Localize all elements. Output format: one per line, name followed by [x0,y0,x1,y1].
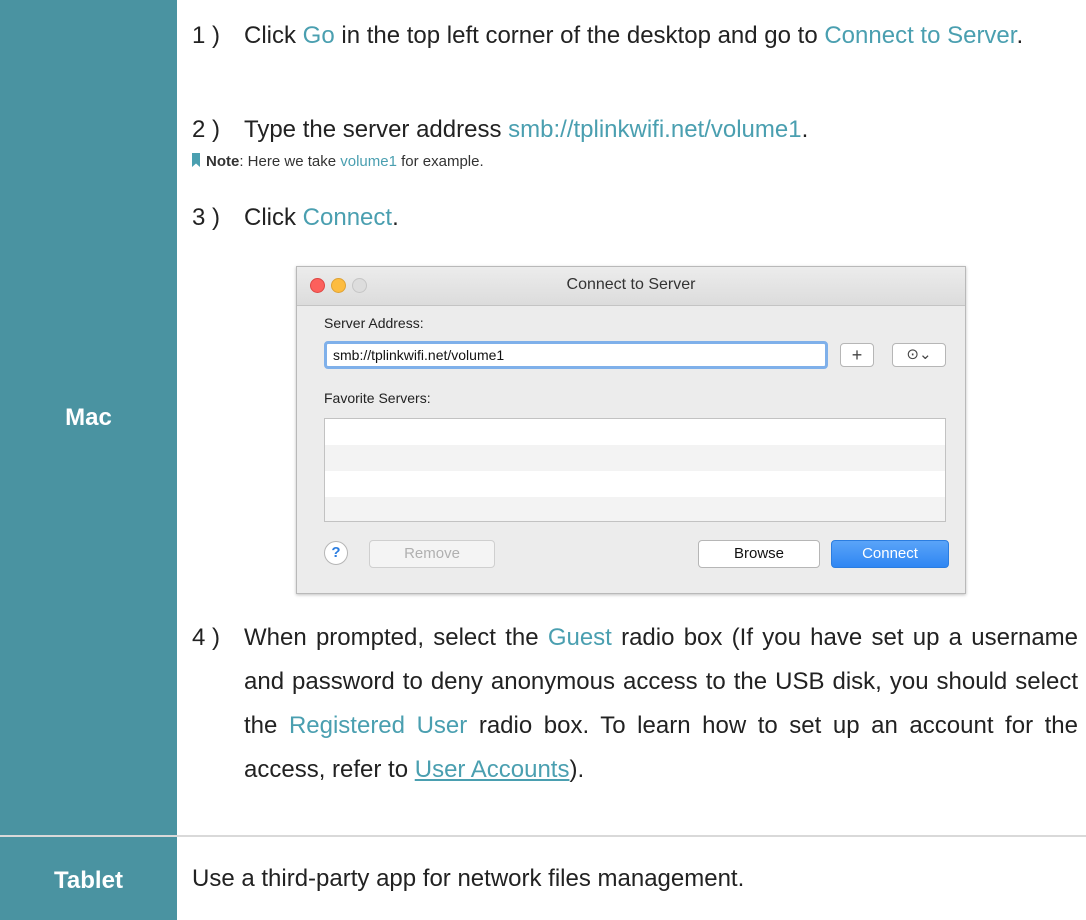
step-1: 1 ) Click Go in the top left corner of t… [192,14,1078,102]
step-text-part: Click [244,22,303,49]
row-label-mac: Mac [65,404,112,431]
step-text-part: . [801,116,809,143]
favorite-servers-list[interactable] [324,418,946,522]
help-button[interactable]: ? [324,541,348,565]
step-text: When prompted, select the Guest radio bo… [244,616,1078,792]
os-instructions-table: Mac Tablet 1 ) Click Go in the top left … [0,0,1086,920]
registered-user-link: Registered User [288,712,468,739]
remove-button[interactable]: Remove [369,540,495,568]
bookmark-icon [192,153,200,167]
dialog-titlebar: Connect to Server [297,267,965,306]
step-text: Type the server address smb://tplinkwifi… [244,108,1078,152]
connect-link: Connect [302,204,393,231]
add-favorite-button[interactable]: + [840,343,874,367]
recent-servers-button[interactable]: ⊙⌄ [892,343,946,367]
step-number: 3 ) [192,204,221,231]
connect-to-server-dialog: Connect to Server Server Address: smb://… [296,266,966,594]
step-2: 2 ) Type the server address smb://tplink… [192,108,1078,152]
row-label-tablet: Tablet [54,867,123,894]
note-text: : Here we take [239,153,341,170]
guest-link: Guest [547,624,612,651]
list-item[interactable] [325,471,945,497]
server-address-label: Server Address: [324,315,424,331]
step-text-part: ). [569,756,585,783]
go-menu-link: Go [302,22,335,49]
server-address-input[interactable]: smb://tplinkwifi.net/volume1 [324,341,828,369]
step-text-part: . [392,204,399,231]
step-text-part: Type the server address [244,116,509,143]
step-number: 4 ) [192,624,221,651]
connect-button[interactable]: Connect [831,540,949,568]
favorite-servers-label: Favorite Servers: [324,390,431,406]
step-text: Click Connect. [244,196,1078,240]
step-text-part: . [1016,22,1024,49]
step-4: 4 ) When prompted, select the Guest radi… [192,616,1078,836]
note: Note: Here we take volume1 for example. [192,150,484,174]
step-text-part: in the top left corner of the desktop an… [334,22,825,49]
user-accounts-link[interactable]: User Accounts [415,756,570,783]
list-item[interactable] [325,419,945,445]
browse-button[interactable]: Browse [698,540,820,568]
step-number: 2 ) [192,116,221,143]
step-number: 1 ) [192,22,221,49]
volume-link: volume1 [340,153,397,170]
step-text: Click Go in the top left corner of the d… [244,14,1078,58]
list-item[interactable] [325,497,945,521]
list-item[interactable] [325,445,945,471]
note-text: for example. [396,153,484,170]
connect-to-server-link: Connect to Server [824,22,1017,49]
server-address-link: smb://tplinkwifi.net/volume1 [508,116,802,143]
step-text-part: When prompted, select the [244,624,548,651]
row-label-column [0,0,177,920]
note-label: Note [206,153,240,170]
step-3: 3 ) Click Connect. [192,196,1078,240]
step-text-part: Click [244,204,303,231]
tablet-instruction: Use a third-party app for network files … [192,865,745,892]
dialog-title: Connect to Server [566,276,696,293]
